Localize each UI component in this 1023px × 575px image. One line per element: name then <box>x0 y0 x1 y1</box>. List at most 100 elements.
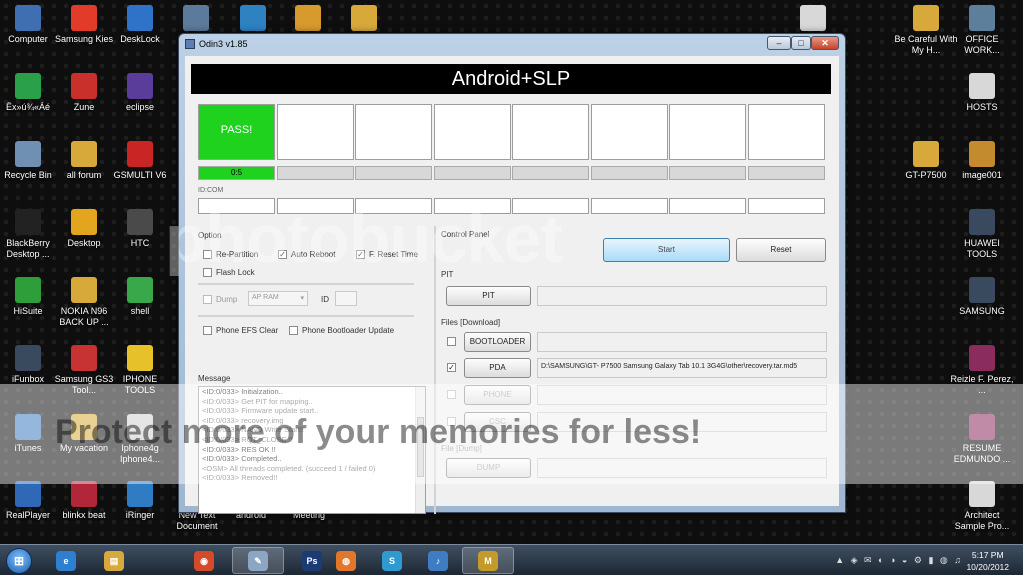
reset-button[interactable]: Reset <box>736 238 826 262</box>
taskbar-explorer-button[interactable]: ▤ <box>88 547 140 574</box>
phone-bootloader-update-label: Phone Bootloader Update <box>302 326 395 335</box>
desktop-icon-label: Recycle Bin <box>4 170 52 180</box>
system-tray[interactable]: ▲ ◈ ✉ ◐ ◑ ◒ ⚙ ▮ ◍ ♫ <box>835 555 963 566</box>
message-line: <ID:0/033> Get PIT for mapping.. <box>202 396 313 406</box>
message-scrollbar[interactable] <box>415 387 425 513</box>
idcom-label: ID:COM <box>198 187 224 194</box>
re-partition-checkbox[interactable] <box>203 250 212 259</box>
itunes-icon <box>15 414 41 440</box>
device-slot <box>747 104 825 160</box>
message-line: <ID:0/033> Firmware update start.. <box>202 406 319 416</box>
f-reset-time-checkbox[interactable]: ✓ <box>356 250 365 259</box>
message-log[interactable]: <ID:0/033> Initialzation.. <ID:0/033> Get… <box>198 386 426 514</box>
dump-button[interactable]: DUMP <box>446 458 531 478</box>
model-banner: Android+SLP <box>191 64 831 94</box>
hisuite-icon <box>15 277 41 303</box>
device-slot <box>433 104 511 160</box>
desktop-icon-label: DeskLock <box>120 34 160 44</box>
device-slot: PASS! <box>198 104 275 160</box>
desktop-icon-label: HiSuite <box>13 306 43 316</box>
maximize-button[interactable]: □ <box>791 36 811 50</box>
pit-path-field[interactable] <box>537 286 827 306</box>
desktop-icon[interactable]: OFFICE WORK... <box>949 5 1015 56</box>
group-separator <box>434 226 436 514</box>
odin-titlebar[interactable]: Odin3 v1.85 – □ ✕ <box>179 34 845 54</box>
auto-reboot-label: Auto Reboot <box>291 250 336 259</box>
auto-reboot-checkbox[interactable]: ✓ <box>278 250 287 259</box>
device-slot <box>590 104 668 160</box>
desktop-icon[interactable]: GSMULTI V6 <box>107 141 173 181</box>
taskbar-odin-button[interactable]: M <box>462 547 514 574</box>
minimize-button[interactable]: – <box>767 36 791 50</box>
clock[interactable]: 5:17 PM 10/20/2012 <box>966 549 1009 573</box>
firefox-icon: ◍ <box>336 550 356 571</box>
com-port-slot <box>355 198 432 214</box>
message-line: <ID:0/033> Removed!! <box>202 473 278 483</box>
taskbar-itunes-button[interactable]: ♪ <box>412 547 464 574</box>
recycle-bin-icon <box>15 141 41 167</box>
odin-client-area: Android+SLP PASS! 0:5 ID:COM Option Re-Pa… <box>185 56 839 514</box>
taskbar-chrome-button[interactable]: ◉ <box>178 547 230 574</box>
bootloader-button[interactable]: BOOTLOADER <box>464 332 531 352</box>
csc-checkbox[interactable] <box>447 417 456 426</box>
bootloader-checkbox[interactable] <box>447 337 456 346</box>
taskbar-ie-button[interactable]: e <box>40 547 92 574</box>
folder-icon <box>71 414 97 440</box>
desktop-icon[interactable]: IPHONE TOOLS <box>107 345 173 396</box>
desktop-icon-label: HOSTS <box>966 102 998 112</box>
start-button[interactable]: Start <box>603 238 730 262</box>
tool-icon <box>71 345 97 371</box>
id-input[interactable] <box>335 291 357 306</box>
desktop-icon-label: OFFICE WORK... <box>964 34 1000 55</box>
desktop-icon[interactable]: HTC <box>107 209 173 249</box>
phone-bootloader-update-checkbox[interactable] <box>289 326 298 335</box>
flash-lock-checkbox[interactable] <box>203 268 212 277</box>
checklist-icon <box>295 5 321 31</box>
phone-icon <box>183 5 209 31</box>
desktop-icon[interactable]: Architect Sample Pro... <box>949 481 1015 532</box>
csc-path-field[interactable] <box>537 412 827 432</box>
dump-type-select[interactable]: AP RAM ▾ <box>248 291 308 306</box>
device-slot <box>669 104 746 160</box>
pda-checkbox[interactable]: ✓ <box>447 363 456 372</box>
phone-checkbox[interactable] <box>447 390 456 399</box>
desktop-icon[interactable]: RESUME EDMUNDO ... <box>949 414 1015 465</box>
desktop-icon[interactable] <box>331 5 397 34</box>
pda-path-field[interactable]: D:\SAMSUNG\GT- P7500 Samsung Galaxy Tab … <box>537 358 827 378</box>
close-button[interactable]: ✕ <box>811 36 839 50</box>
desktop-icon[interactable]: Reizle F. Perez, ... <box>949 345 1015 396</box>
taskbar-app-button[interactable]: S <box>366 547 418 574</box>
progress-bar: 0:5 <box>198 166 275 180</box>
dump-path-field[interactable] <box>537 458 827 478</box>
desktop-icon[interactable]: Iphone4g Iphone4... <box>107 414 173 465</box>
desktop-icon[interactable]: HOSTS <box>949 73 1015 113</box>
desktop-icon[interactable]: shell <box>107 277 173 317</box>
taskbar-firefox-button[interactable]: ◍ <box>320 547 372 574</box>
pda-button[interactable]: PDA <box>464 358 531 378</box>
phone-button[interactable]: PHONE <box>464 385 531 405</box>
device-slot <box>355 104 432 160</box>
csc-button[interactable]: CSC <box>464 412 531 432</box>
desktop-icon-label: Reizle F. Perez, ... <box>950 374 1014 395</box>
folder-icon: ▤ <box>104 550 124 571</box>
htc-icon <box>127 209 153 235</box>
start-button[interactable]: ⊞ <box>6 548 32 574</box>
phone-path-field[interactable] <box>537 385 827 405</box>
winrar-icon <box>969 345 995 371</box>
phone-efs-clear-checkbox[interactable] <box>203 326 212 335</box>
desktop-icon[interactable]: SAMSUNG <box>949 277 1015 317</box>
desktop-icon-label: Computer <box>8 34 48 44</box>
desktop-icon[interactable]: eclipse <box>107 73 173 113</box>
desktop-icon[interactable]: HUAWEI TOOLS <box>949 209 1015 260</box>
dump-checkbox[interactable] <box>203 295 212 304</box>
pit-button[interactable]: PIT <box>446 286 531 306</box>
com-port-slot <box>433 198 511 214</box>
desktop-icon[interactable]: image001 <box>949 141 1015 181</box>
app-icon <box>15 73 41 99</box>
desktop-icon-label: Samsung Kies <box>54 34 114 44</box>
desktop-icon[interactable] <box>780 5 846 34</box>
taskbar-paint-button[interactable]: ✎ <box>232 547 284 574</box>
pit-group-title: PIT <box>441 270 454 279</box>
scrollbar-thumb[interactable] <box>417 417 424 477</box>
bootloader-path-field[interactable] <box>537 332 827 352</box>
